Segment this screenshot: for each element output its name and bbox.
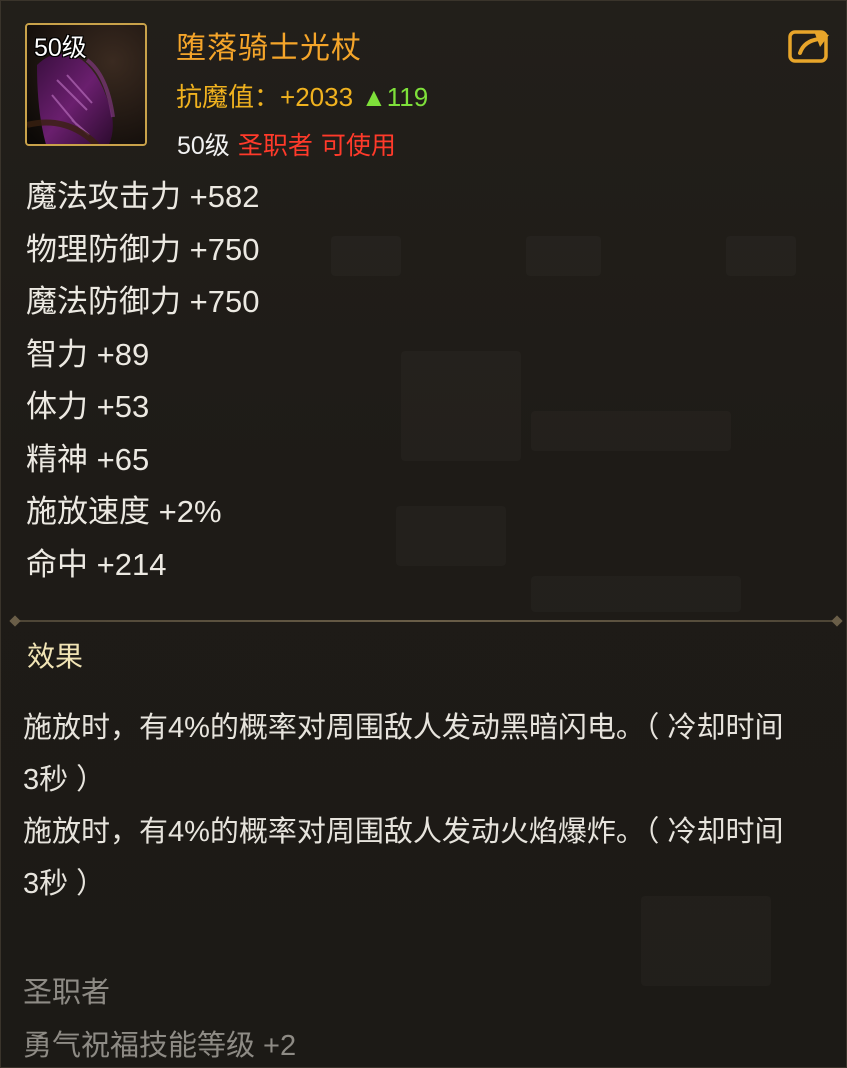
item-name: 堕落骑士光杖 [176, 32, 362, 65]
background-ghost [331, 236, 401, 276]
stat-line: 体力 +53 [26, 389, 150, 424]
stat-line: 魔法攻击力 +582 [26, 179, 260, 214]
background-ghost [526, 236, 601, 276]
stat-line: 魔法防御力 +750 [26, 284, 260, 319]
section-divider [15, 620, 837, 622]
class-bonus-name: 圣职者 [23, 977, 111, 1009]
background-ghost [401, 351, 521, 461]
class-bonus-skill: 勇气祝福技能等级 +2 [23, 1030, 297, 1062]
magic-resist-label: 抗魔值： [176, 82, 281, 112]
requirement-row: 50级 圣职者 可使用 [177, 126, 396, 162]
background-ghost [531, 411, 731, 451]
share-button[interactable] [787, 25, 833, 65]
background-ghost [396, 506, 506, 566]
effect-line: 施放时，有4%的概率对周围敌人发动黑暗闪电。（ 冷却时间3秒 ） [23, 712, 784, 796]
stat-list: 魔法攻击力 +582 物理防御力 +750 魔法防御力 +750 智力 +89 … [26, 177, 259, 597]
stat-line: 精神 +65 [26, 441, 150, 477]
magic-resist-increase: ▲119 [361, 82, 429, 112]
item-tooltip: 50级 堕落骑士光杖 抗魔值：+2033 ▲119 50级 圣职者 可使用 魔法攻击力… [0, 0, 847, 1068]
stat-line: 智力 +89 [26, 336, 150, 372]
icon-level-label: 50级 [34, 34, 87, 62]
required-class: 圣职者 [237, 132, 313, 160]
effects-title: 效果 [27, 641, 84, 672]
required-level: 50级 [177, 132, 230, 160]
magic-resist-value: +2033 [280, 82, 354, 112]
usable-text: 可使用 [320, 132, 396, 160]
stat-line: 命中 +214 [26, 546, 167, 582]
magic-resist-row: 抗魔值：+2033 ▲119 [176, 77, 428, 114]
stat-line: 物理防御力 +750 [26, 231, 260, 267]
background-ghost [726, 236, 796, 276]
stat-line: 施放速度 +2% [26, 494, 222, 529]
item-icon-frame[interactable]: 50级 [25, 23, 147, 146]
effect-line: 施放时，有4%的概率对周围敌人发动火焰爆炸。（ 冷却时间3秒 ） [23, 816, 784, 900]
share-arrow-icon [788, 30, 829, 63]
background-ghost [531, 576, 741, 612]
